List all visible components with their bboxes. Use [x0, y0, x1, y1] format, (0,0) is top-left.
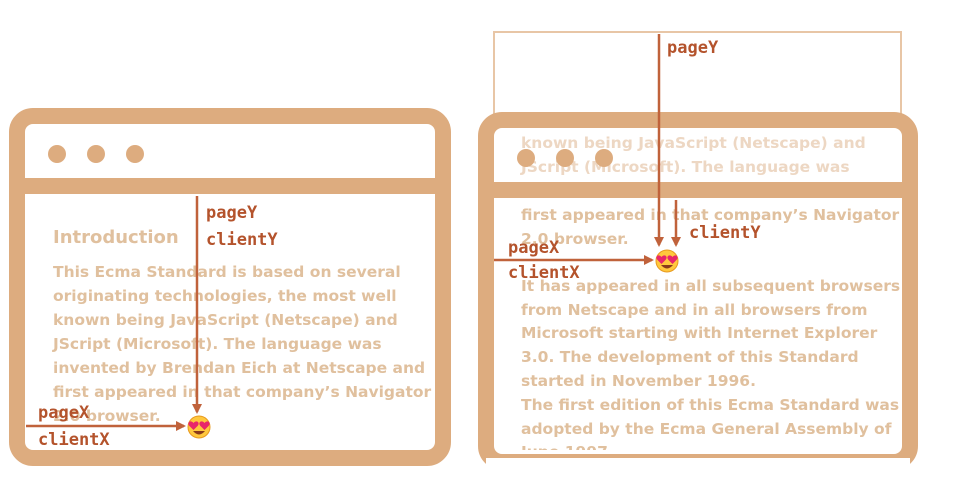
window-dot-2 — [87, 145, 105, 163]
window-dot-1 — [48, 145, 66, 163]
window-dot-1 — [517, 149, 535, 167]
left-clienty-label: clientY — [206, 230, 278, 250]
page-heading: Introduction — [53, 227, 179, 248]
paragraph-line: adopted by the Ecma General Assembly of — [521, 420, 892, 438]
window-dot-2 — [556, 149, 574, 167]
paragraph-line: from Netscape and in all browsers from — [521, 301, 867, 319]
right-clienty-label: clientY — [689, 223, 761, 243]
paragraph-line: started in November 1996. — [521, 372, 756, 390]
left-paragraph: This Ecma Standard is based on several o… — [52, 263, 432, 425]
paragraph-line: invented by Brendan Eich at Netscape and — [53, 359, 425, 377]
left-pagey-label: pageY — [206, 203, 258, 223]
paragraph-line: The first edition of this Ecma Standard … — [521, 396, 899, 414]
heart-eyes-emoji-icon — [655, 249, 679, 273]
right-pagex-label: pageX — [508, 238, 560, 258]
left-clientx-label: clientX — [38, 430, 110, 450]
window-dot-3 — [595, 149, 613, 167]
paragraph-line: first appeared in that company’s Navigat… — [53, 383, 432, 401]
right-clientx-label: clientX — [508, 263, 580, 283]
paragraph-line: Microsoft starting with Internet Explore… — [521, 324, 878, 342]
paragraph-line: JScript (Microsoft). The language was — [52, 335, 382, 353]
paragraph-line: first appeared in that company’s Navigat… — [521, 206, 900, 224]
paragraph-line: This Ecma Standard is based on several — [53, 263, 401, 281]
diagram: Introduction This Ecma Standard is based… — [9, 31, 918, 472]
right-pagey-label: pageY — [667, 38, 719, 58]
paragraph-line: 3.0. The development of this Standard — [521, 348, 859, 366]
scrolled-line: known being JavaScript (Netscape) and — [521, 134, 866, 152]
paragraph-line: originating technologies, the most well — [53, 287, 397, 305]
window-dot-3 — [126, 145, 144, 163]
paragraph-line: known being JavaScript (Netscape) and — [53, 311, 398, 329]
left-pagex-label: pageX — [38, 403, 90, 423]
heart-eyes-emoji-icon — [187, 415, 211, 439]
